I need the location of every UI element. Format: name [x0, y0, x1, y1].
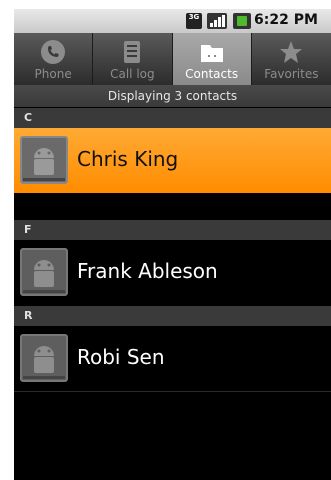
- clock: 6:22 PM: [254, 12, 318, 28]
- contact-row-robi-sen[interactable]: Robi Sen: [14, 326, 331, 391]
- section-header-f: F: [14, 220, 331, 240]
- contact-avatar-icon: [20, 334, 68, 382]
- list-divider: [14, 391, 331, 392]
- battery-icon: [233, 13, 251, 29]
- contact-name: Frank Ableson: [77, 259, 218, 283]
- contact-name: Chris King: [77, 147, 179, 171]
- contact-name: Robi Sen: [77, 345, 165, 369]
- tab-contacts[interactable]: Contacts: [172, 33, 252, 85]
- contact-avatar-icon: [20, 136, 68, 184]
- tab-label-contacts: Contacts: [185, 67, 239, 81]
- network-badge: 3G: [188, 13, 200, 21]
- signal-icon: [207, 13, 227, 29]
- star-icon: [280, 41, 303, 63]
- contacts-icon: [200, 45, 223, 62]
- phone-icon: [41, 40, 66, 64]
- 3g-icon: 3G: [186, 13, 202, 29]
- tab-bar: Phone Call log Contacts Favorites: [14, 33, 331, 85]
- call-log-icon: [124, 41, 141, 63]
- section-header-r: R: [14, 306, 331, 326]
- contact-count-header: Displaying 3 contacts: [14, 85, 331, 107]
- tab-label-favorites: Favorites: [264, 67, 319, 81]
- tab-phone[interactable]: Phone: [14, 33, 94, 85]
- tab-call-log[interactable]: Call log: [93, 33, 173, 85]
- tab-label-phone: Phone: [34, 67, 72, 81]
- section-header-c: C: [14, 108, 331, 128]
- phone-screen: 3G 6:22 PM Phone Call log Contacts Favor…: [14, 9, 331, 480]
- tab-favorites[interactable]: Favorites: [252, 33, 331, 85]
- contact-row-chris-king[interactable]: Chris King: [14, 128, 331, 193]
- tab-label-call-log: Call log: [110, 67, 155, 81]
- contact-avatar-icon: [20, 248, 68, 296]
- contact-row-frank-ableson[interactable]: Frank Ableson: [14, 240, 331, 305]
- status-bar: 3G 6:22 PM: [14, 9, 331, 33]
